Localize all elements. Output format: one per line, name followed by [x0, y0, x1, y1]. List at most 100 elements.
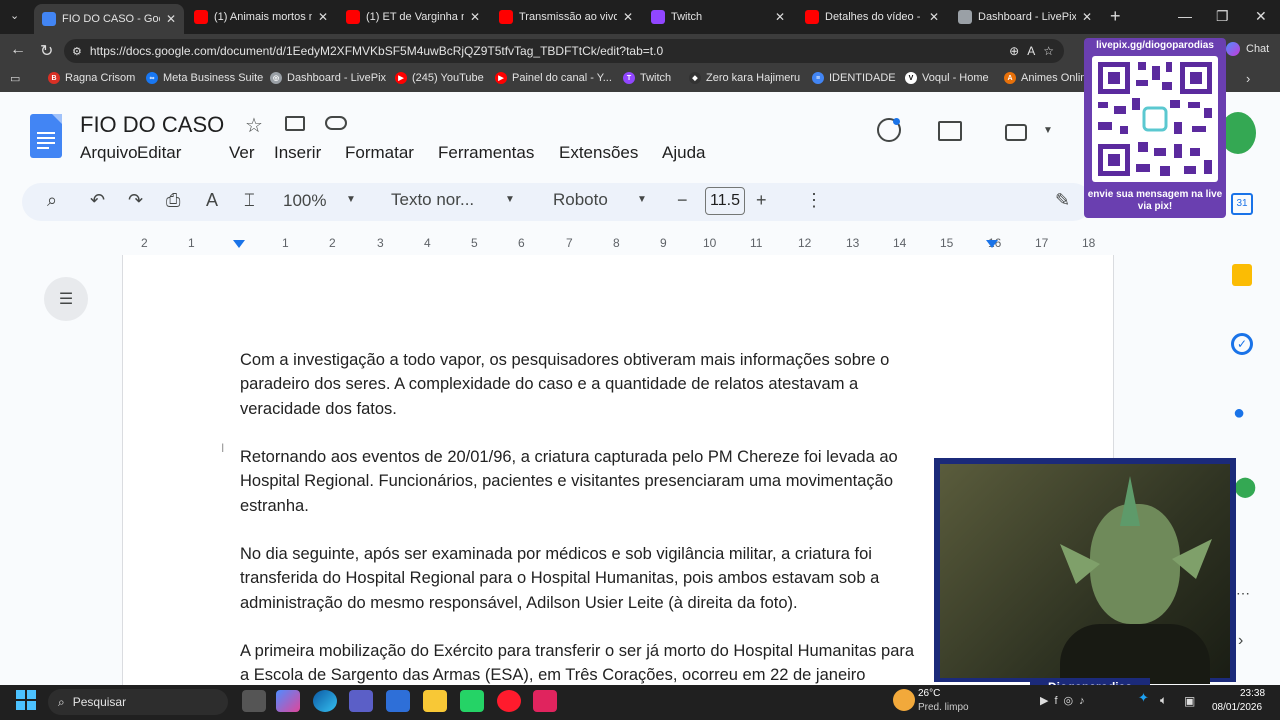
clock-date[interactable]: 08/01/2026 [1212, 702, 1262, 713]
paragraph-4[interactable]: A primeira mobilização do Exército para … [240, 639, 980, 685]
tab-7[interactable]: Dashboard - LivePix ✕ [950, 0, 1100, 34]
reading-list-icon[interactable]: ▭ [10, 72, 20, 85]
tab-search-button[interactable]: ⌄ [10, 9, 19, 22]
back-icon[interactable]: ← [10, 41, 26, 59]
tab-close-icon[interactable]: ✕ [623, 10, 633, 24]
editing-mode-icon[interactable]: ✎ [1055, 190, 1070, 211]
tab-close-icon[interactable]: ✕ [1082, 10, 1092, 24]
bookmark-2[interactable]: ∞ Meta Business Suite [146, 72, 263, 84]
font-dropdown-icon[interactable]: ▼ [637, 194, 647, 205]
style-dropdown-icon[interactable]: ▼ [505, 194, 515, 205]
streaming-app-icon[interactable] [533, 690, 557, 712]
bookmark-star-icon[interactable]: ☆ [1043, 44, 1054, 58]
tab-3[interactable]: (1) ET de Varginha na U ✕ [338, 0, 488, 34]
comments-icon[interactable] [938, 121, 962, 141]
maps-icon[interactable]: ⬤ [1234, 474, 1256, 499]
bookmark-4[interactable]: ▶ (245) YouTube [395, 72, 484, 84]
bookmark-7[interactable]: ◆ Zero kara Hajimeru [689, 72, 800, 84]
close-window-icon[interactable]: ✕ [1255, 8, 1267, 25]
tab-close-icon[interactable]: ✕ [166, 12, 176, 26]
menu-editar[interactable]: Editar [137, 143, 181, 163]
clock-time[interactable]: 23:38 [1240, 688, 1265, 699]
bookmark-5[interactable]: ▶ Painel do canal - Y... [495, 72, 612, 84]
keep-icon[interactable] [1232, 264, 1252, 286]
bookmark-3[interactable]: ◎ Dashboard - LivePix [270, 72, 386, 84]
teams-icon[interactable] [349, 690, 373, 712]
read-aloud-icon[interactable]: A [1027, 44, 1035, 58]
bookmark-1[interactable]: B Ragna Crisom [48, 72, 135, 84]
docs-logo-icon[interactable] [30, 114, 62, 158]
menu-inserir[interactable]: Inserir [274, 143, 321, 163]
decrease-font-icon[interactable]: − [677, 190, 688, 211]
menu-ferramentas[interactable]: Ferramentas [438, 143, 534, 163]
side-more-icon[interactable]: ⋯ [1236, 585, 1250, 602]
meet-icon[interactable] [1005, 124, 1027, 141]
document-title[interactable]: FIO DO CASO [80, 112, 224, 138]
menu-ver[interactable]: Ver [229, 143, 255, 163]
style-select[interactable]: Texto nor... [391, 190, 474, 210]
new-tab-button[interactable]: + [1110, 6, 1121, 27]
reload-icon[interactable]: ↻ [40, 41, 53, 61]
copilot-taskbar-icon[interactable] [276, 690, 300, 712]
font-select[interactable]: Roboto [553, 190, 608, 210]
bookmark-6[interactable]: T Twitch [623, 72, 671, 84]
system-tray-icons[interactable]: ▶f◎♪ [1040, 694, 1091, 707]
store-icon[interactable] [386, 690, 410, 712]
menu-formatar[interactable]: Formatar [345, 143, 414, 163]
zoom-select[interactable]: 100% [283, 191, 326, 211]
whatsapp-icon[interactable] [460, 690, 484, 712]
weather-desc[interactable]: Pred. limpo [918, 702, 969, 713]
undo-icon[interactable]: ↶ [90, 190, 105, 211]
paragraph-3[interactable]: No dia seguinte, após ser examinada por … [240, 542, 980, 615]
tab-close-icon[interactable]: ✕ [775, 10, 785, 24]
search-menus-icon[interactable]: ⌕ [47, 190, 57, 211]
font-size-input[interactable]: 11.5 [705, 187, 745, 215]
zoom-icon[interactable]: ⊕ [1009, 44, 1019, 58]
spellcheck-icon[interactable]: A [206, 190, 218, 211]
bookmark-9[interactable]: V Voqul - Home [905, 72, 989, 84]
more-tools-icon[interactable]: ⋮ [805, 190, 823, 211]
bookmark-10[interactable]: A Animes Online [1004, 72, 1093, 84]
file-explorer-icon[interactable] [423, 690, 447, 712]
paragraph-1[interactable]: Com a investigação a todo vapor, os pesq… [240, 348, 980, 421]
tab-6[interactable]: Detalhes do vídeo - You ✕ [797, 0, 947, 34]
tasks-icon[interactable]: ✓ [1231, 333, 1253, 355]
url-input[interactable]: ⚙ https://docs.google.com/document/d/1Ee… [64, 39, 1064, 63]
windows-start-icon[interactable] [16, 690, 36, 710]
document-outline-button[interactable]: ☰ [44, 277, 88, 321]
menu-ajuda[interactable]: Ajuda [662, 143, 705, 163]
left-indent-marker[interactable] [233, 240, 245, 248]
site-info-icon[interactable]: ⚙ [72, 45, 82, 58]
tab-2[interactable]: (1) Animais mortos mist ✕ [186, 0, 336, 34]
menu-extensões[interactable]: Extensões [559, 143, 638, 163]
meet-dropdown-icon[interactable]: ▼ [1043, 125, 1053, 136]
contacts-icon[interactable]: ● [1233, 402, 1251, 424]
menu-arquivo[interactable]: Arquivo [80, 143, 138, 163]
task-view-icon[interactable] [242, 690, 266, 712]
opera-icon[interactable] [497, 690, 521, 712]
tab-close-icon[interactable]: ✕ [929, 10, 939, 24]
tab-1[interactable]: FIO DO CASO - Google ✕ [34, 4, 184, 34]
copilot-icon[interactable] [1226, 42, 1240, 56]
restore-icon[interactable]: ❐ [1216, 8, 1229, 25]
side-collapse-icon[interactable]: › [1238, 632, 1243, 650]
bookmark-8[interactable]: ≡ IDENTIDADE [812, 72, 896, 84]
cloud-status-icon[interactable] [325, 116, 347, 130]
move-folder-icon[interactable] [285, 116, 305, 131]
increase-font-icon[interactable]: + [756, 190, 767, 211]
weather-icon[interactable] [893, 689, 915, 711]
tray-app-icon[interactable]: ▣ [1184, 694, 1195, 708]
tab-close-icon[interactable]: ✕ [318, 10, 328, 24]
volume-icon[interactable]: 🔈︎ [1160, 693, 1167, 708]
redo-icon[interactable]: ↷ [128, 190, 143, 211]
tab-4[interactable]: Transmissão ao vivo - Y ✕ [491, 0, 641, 34]
paint-format-icon[interactable]: ⌶ [244, 190, 255, 211]
calendar-icon[interactable]: 31 [1231, 193, 1253, 215]
paragraph-2[interactable]: Retornando aos eventos de 20/01/96, a cr… [240, 445, 980, 518]
tab-close-icon[interactable]: ✕ [470, 10, 480, 24]
zoom-dropdown-icon[interactable]: ▼ [346, 194, 356, 205]
minimize-icon[interactable]: — [1178, 8, 1192, 24]
chat-label[interactable]: Chat [1246, 43, 1269, 55]
more-bookmarks-icon[interactable]: › [1246, 71, 1250, 86]
weather-temp[interactable]: 26°C [918, 688, 940, 699]
